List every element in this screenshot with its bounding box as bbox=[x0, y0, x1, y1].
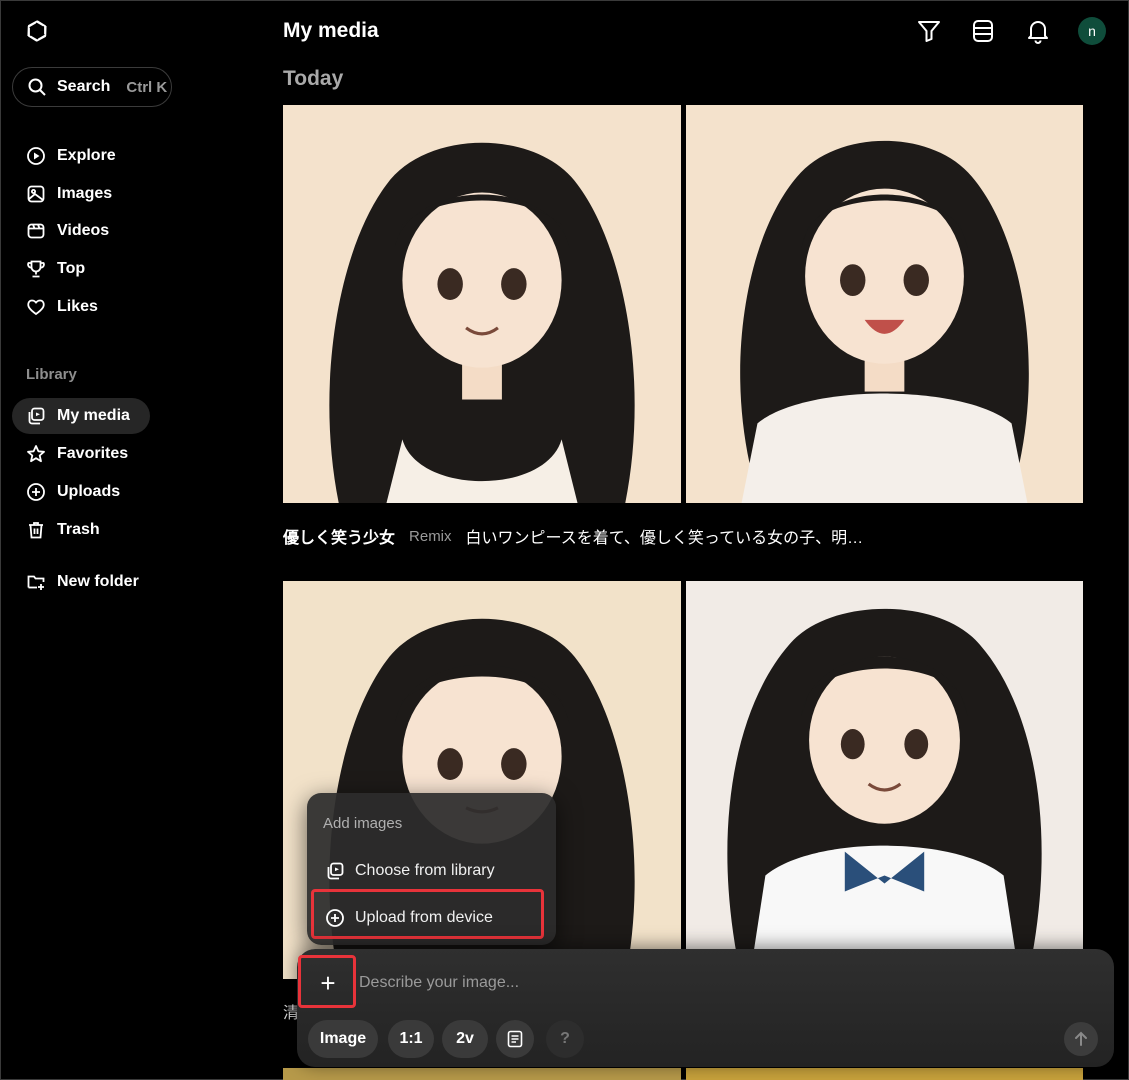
sidebar-item-label: Videos bbox=[57, 222, 110, 239]
media-thumbnail[interactable] bbox=[686, 105, 1083, 503]
choose-from-library-item[interactable]: Choose from library bbox=[319, 851, 544, 891]
sidebar-item-label: My media bbox=[57, 407, 130, 424]
sidebar-item-favorites[interactable]: Favorites bbox=[12, 436, 150, 472]
media-thumbnail-peek bbox=[283, 1068, 681, 1080]
media-group-prompt: 白いワンピースを着て、優しく笑っている女の子、明… bbox=[465, 530, 864, 547]
media-thumbnail[interactable] bbox=[283, 105, 681, 503]
bell-icon bbox=[1028, 21, 1048, 44]
search-shortcut: Ctrl K bbox=[126, 78, 168, 96]
prompt-input[interactable] bbox=[357, 973, 961, 993]
anime-girl-image bbox=[283, 105, 681, 503]
sidebar-item-label: Top bbox=[57, 260, 86, 277]
sidebar-item-label: Favorites bbox=[57, 445, 129, 462]
openai-logo-icon[interactable] bbox=[23, 17, 51, 45]
upload-from-device-item[interactable]: Upload from device bbox=[319, 898, 544, 938]
anime-girl-image bbox=[686, 581, 1083, 979]
heart-icon bbox=[27, 299, 45, 316]
search-label: Search bbox=[57, 78, 111, 95]
remix-tag[interactable]: Remix bbox=[409, 528, 452, 545]
media-group-title: 優しく笑う少女 bbox=[283, 530, 396, 547]
sidebar-item-explore[interactable]: Explore bbox=[12, 138, 150, 174]
add-images-heading: Add images bbox=[323, 815, 403, 832]
upload-icon bbox=[27, 483, 45, 501]
view-toggle-button[interactable] bbox=[969, 17, 997, 45]
images-icon bbox=[27, 185, 45, 203]
page-title: My media bbox=[283, 19, 379, 42]
arrow-up-icon bbox=[1075, 1031, 1087, 1046]
library-icon bbox=[327, 862, 344, 880]
media-thumbnail-peek bbox=[686, 1068, 1083, 1080]
sidebar-item-label: Explore bbox=[57, 147, 116, 164]
search-button[interactable]: Search Ctrl K bbox=[12, 67, 172, 107]
media-group-caption: 優しく笑う少女 Remix 白いワンピースを着て、優しく笑っている女の子、明… bbox=[283, 524, 863, 548]
videos-icon bbox=[27, 223, 45, 239]
new-folder-button[interactable]: New folder bbox=[12, 564, 172, 600]
sidebar-item-my-media[interactable]: My media bbox=[12, 398, 150, 434]
mode-image-button[interactable]: Image bbox=[308, 1020, 378, 1058]
add-circle-icon bbox=[326, 909, 344, 927]
new-folder-label: New folder bbox=[57, 573, 139, 590]
explore-icon bbox=[27, 147, 45, 165]
choose-from-library-label: Choose from library bbox=[355, 862, 495, 879]
section-title-today: Today bbox=[283, 67, 344, 90]
sidebar-item-top[interactable]: Top bbox=[12, 251, 150, 287]
add-images-menu: Add images Choose from library Upload fr… bbox=[307, 793, 556, 945]
prompt-composer: + Image 1:1 2v ? bbox=[297, 949, 1114, 1067]
sidebar: Search Ctrl K Explore Images Videos Top … bbox=[0, 0, 262, 1080]
aspect-ratio-button[interactable]: 1:1 bbox=[388, 1020, 434, 1058]
sidebar-item-videos[interactable]: Videos bbox=[12, 213, 150, 249]
sidebar-item-uploads[interactable]: Uploads bbox=[12, 474, 150, 510]
sidebar-item-label: Images bbox=[57, 185, 113, 202]
star-icon bbox=[27, 445, 45, 463]
trophy-icon bbox=[27, 260, 45, 278]
sidebar-item-label: Uploads bbox=[57, 483, 121, 500]
add-images-button[interactable]: + bbox=[309, 964, 347, 1002]
presets-button[interactable] bbox=[496, 1020, 534, 1058]
sidebar-item-label: Likes bbox=[57, 298, 98, 315]
help-button[interactable]: ? bbox=[546, 1020, 584, 1058]
filter-icon bbox=[918, 21, 940, 42]
variants-button[interactable]: 2v bbox=[442, 1020, 488, 1058]
trash-icon bbox=[29, 522, 43, 539]
preset-list-icon bbox=[507, 1030, 523, 1048]
media-thumbnail[interactable] bbox=[686, 581, 1083, 979]
send-button[interactable] bbox=[1064, 1022, 1098, 1056]
sidebar-item-label: Trash bbox=[57, 521, 100, 538]
search-icon bbox=[28, 78, 46, 96]
filter-button[interactable] bbox=[915, 17, 943, 45]
notifications-button[interactable] bbox=[1024, 17, 1052, 45]
avatar[interactable]: n bbox=[1078, 17, 1106, 45]
sidebar-item-trash[interactable]: Trash bbox=[12, 512, 150, 548]
my-media-icon bbox=[28, 407, 45, 425]
library-section-label: Library bbox=[26, 366, 77, 383]
view-toggle-icon bbox=[973, 20, 993, 42]
upload-from-device-label: Upload from device bbox=[355, 909, 493, 926]
new-folder-icon bbox=[27, 575, 45, 590]
sidebar-item-likes[interactable]: Likes bbox=[12, 289, 150, 325]
sidebar-item-images[interactable]: Images bbox=[12, 176, 150, 212]
anime-girl-image bbox=[686, 105, 1083, 503]
